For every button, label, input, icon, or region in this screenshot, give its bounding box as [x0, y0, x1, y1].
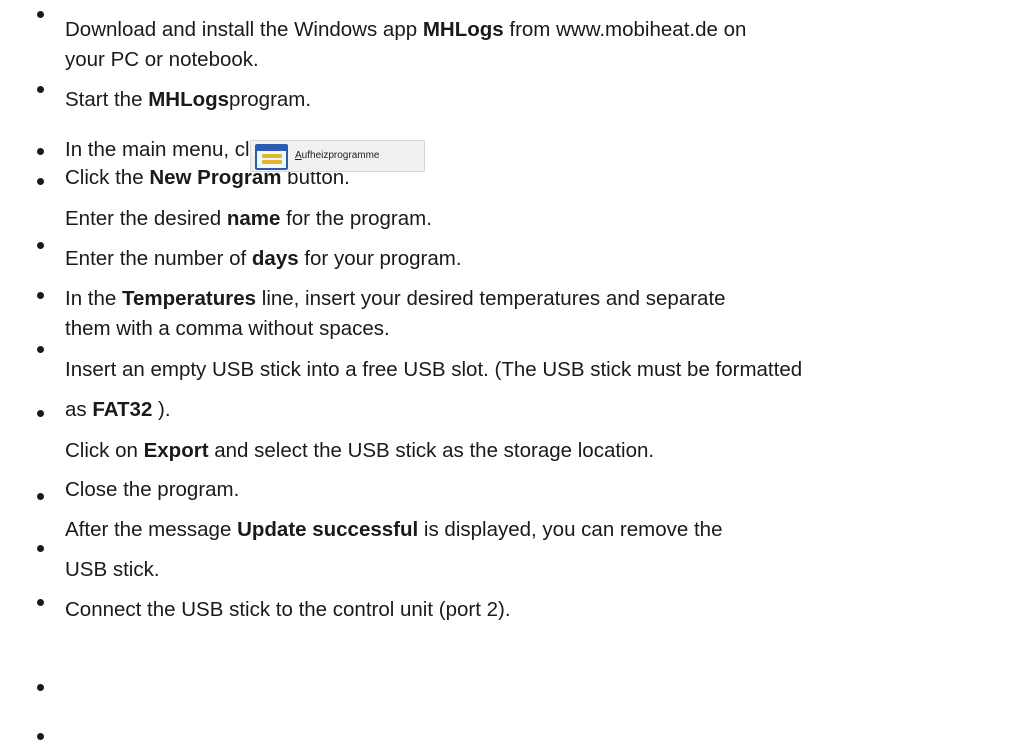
- step-close-program: Close the program.: [65, 478, 240, 501]
- aufheizprogramme-label: Aufheizprogramme: [295, 150, 380, 161]
- instructions-document: Download and install the Windows app MHL…: [0, 0, 1024, 742]
- bullet: [37, 599, 44, 606]
- step-insert-usb: Insert an empty USB stick into a free US…: [65, 358, 803, 381]
- bullet: [37, 346, 44, 353]
- bullet: [37, 684, 44, 691]
- step-connect-usb: Connect the USB stick to the control uni…: [65, 598, 511, 621]
- step-update-successful: After the message Update successful is d…: [65, 518, 723, 541]
- step-enter-name: Enter the desired name for the program.: [65, 207, 432, 230]
- step-download-install-cont: your PC or notebook.: [65, 48, 259, 71]
- aufheizprogramme-menu-button: Aufheizprogramme: [250, 140, 425, 172]
- step-update-successful-cont: USB stick.: [65, 558, 160, 581]
- bullet: [37, 11, 44, 18]
- step-temperatures-cont: them with a comma without spaces.: [65, 317, 390, 340]
- bullet: [37, 148, 44, 155]
- bullet: [37, 545, 44, 552]
- bullet: [37, 493, 44, 500]
- step-temperatures: In the Temperatures line, insert your de…: [65, 287, 726, 310]
- bullet: [37, 86, 44, 93]
- step-enter-days: Enter the number of days for your progra…: [65, 247, 462, 270]
- step-export: Click on Export and select the USB stick…: [65, 439, 655, 462]
- step-insert-usb-cont: as FAT32 ).: [65, 398, 171, 421]
- bullet: [37, 178, 44, 185]
- program-list-window-icon: [255, 144, 288, 170]
- bullet: [37, 733, 44, 740]
- bullet: [37, 410, 44, 417]
- step-download-install: Download and install the Windows app MHL…: [65, 18, 747, 41]
- step-start-program: Start the MHLogsprogram.: [65, 88, 312, 111]
- bullet: [37, 242, 44, 249]
- bullet: [37, 292, 44, 299]
